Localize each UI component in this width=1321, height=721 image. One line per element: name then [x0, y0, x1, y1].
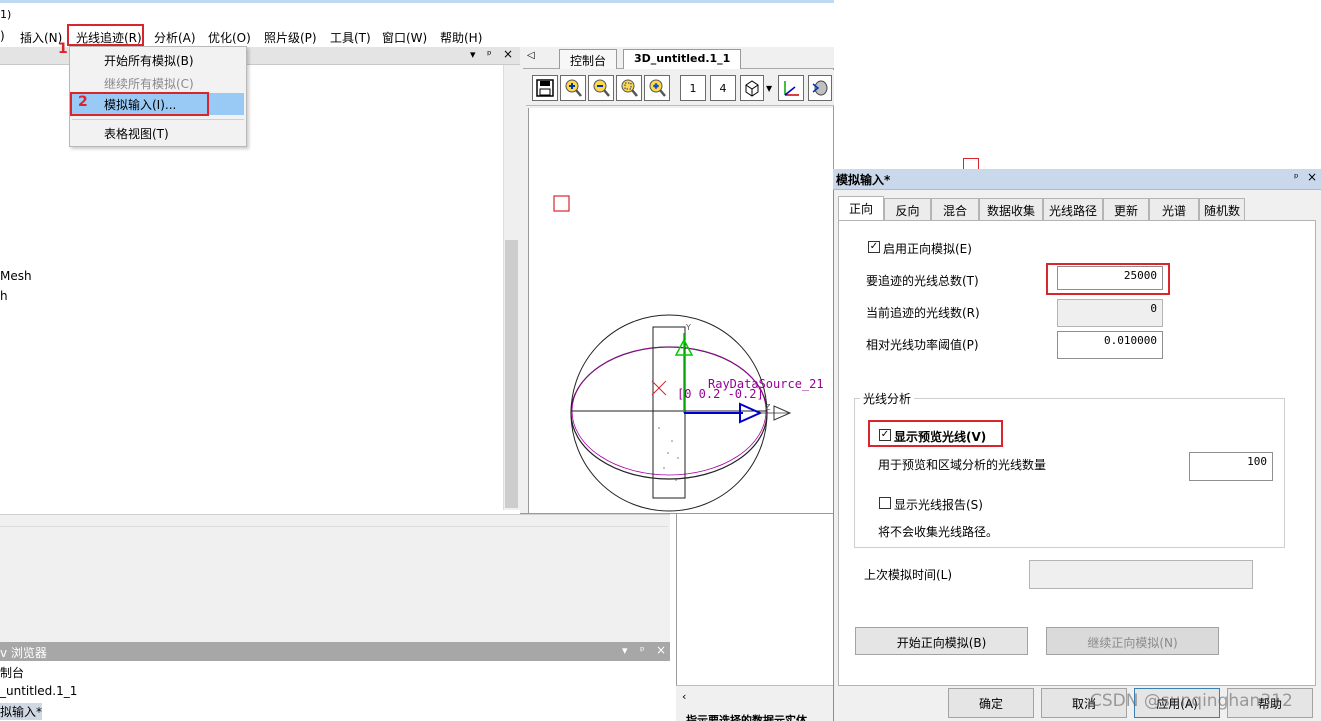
annotation-box-total-rays — [1046, 263, 1170, 295]
menu-table-view[interactable]: 表格视图(T) — [104, 125, 169, 142]
ok-button[interactable]: 确定 — [948, 688, 1034, 718]
power-threshold-input[interactable]: 0.010000 — [1057, 331, 1163, 359]
tab-ray-path[interactable]: 光线路径 — [1043, 198, 1103, 220]
tree-item[interactable]: Mesh — [0, 269, 32, 283]
menu-item-analysis[interactable]: 分析(A) — [154, 29, 196, 46]
pin-icon[interactable]: ᵖ — [1294, 171, 1299, 184]
last-sim-time-field — [1029, 560, 1253, 589]
zoom-in-icon[interactable] — [560, 75, 586, 101]
show-report-label: 显示光线报告(S) — [894, 498, 983, 512]
render-mode-icon[interactable] — [808, 75, 832, 101]
close-icon[interactable]: × — [1307, 170, 1317, 184]
view-tabs: ◁ 控制台 3D_untitled.1_1 — [523, 47, 834, 69]
browser-item-3d[interactable]: _untitled.1_1 — [0, 684, 77, 698]
panel-close-icon[interactable]: × — [503, 47, 513, 61]
browser-panel-header: v 浏览器 ▾ ᵖ × — [0, 642, 670, 661]
tab-scroll-left-icon[interactable]: ◁ — [527, 50, 535, 61]
left-scroll-thumb[interactable] — [505, 240, 518, 508]
origin-cross — [651, 380, 667, 396]
tab-3d-view[interactable]: 3D_untitled.1_1 — [623, 49, 742, 69]
single-view-icon[interactable]: 1 — [680, 75, 706, 101]
secondary-panel-footer: ‹ 指示要选择的数据元实体 — [676, 685, 834, 721]
tree-item[interactable]: h — [0, 289, 8, 303]
power-threshold-label: 相对光线功率阈值(P) — [866, 338, 979, 352]
total-rays-label: 要追迹的光线总数(T) — [866, 274, 979, 288]
tab-reverse[interactable]: 反向 — [884, 198, 931, 220]
save-icon[interactable] — [532, 75, 558, 101]
menu-item-photoreal[interactable]: 照片级(P) — [264, 29, 317, 46]
menu-item-optimize[interactable]: 优化(O) — [208, 29, 251, 46]
panel-close-icon[interactable]: × — [656, 643, 666, 657]
3d-scene: RayDataSource_21 [0 0.2 -0.2] Y Z — [553, 195, 824, 512]
tab-console[interactable]: 控制台 — [559, 49, 618, 69]
status-hint: 指示要选择的数据元实体 — [686, 714, 807, 721]
title-bar: 1) — [0, 0, 834, 25]
annotation-step-2: 2 — [78, 94, 88, 110]
panel-dropdown-icon[interactable]: ▾ — [622, 644, 628, 657]
annotation-step-1: 1 — [58, 41, 68, 57]
axis-view-icon[interactable] — [778, 75, 804, 101]
tab-spectrum[interactable]: 光谱 — [1149, 198, 1199, 220]
browser-panel-body: 制台 _untitled.1_1 拟输入* — [0, 661, 670, 721]
tab-update[interactable]: 更新 — [1103, 198, 1149, 220]
current-rays-label: 当前追迹的光线数(R) — [866, 306, 980, 320]
watermark: CSDN @sunqinghan312 — [1090, 691, 1293, 711]
menu-item-tools[interactable]: 工具(T) — [330, 29, 371, 46]
preview-count-input[interactable]: 100 — [1189, 452, 1273, 481]
tab-random[interactable]: 随机数 — [1199, 198, 1245, 220]
zoom-window-icon[interactable] — [616, 75, 642, 101]
axis-z-label: Z — [765, 403, 771, 412]
tab-data-collection[interactable]: 数据收集 — [979, 198, 1043, 220]
selection-marker — [553, 195, 570, 212]
chevron-down-icon[interactable]: ▼ — [766, 84, 772, 93]
enable-forward-label: 启用正向模拟(E) — [883, 242, 972, 256]
current-rays-field: 0 — [1057, 299, 1163, 327]
annotation-box-raytrace — [67, 24, 144, 46]
tab-forward[interactable]: 正向 — [838, 196, 884, 220]
annotation-box-simulation-input — [70, 92, 209, 116]
coordinate-label: [0 0.2 -0.2] — [677, 387, 764, 401]
dialog-title: 模拟输入* — [836, 173, 891, 187]
menu-item-help[interactable]: 帮助(H) — [440, 29, 482, 46]
output-panel-body — [0, 526, 668, 636]
menu-item-cut[interactable]: ) — [0, 29, 5, 43]
axis-y-label: Y — [685, 323, 691, 332]
window-title: 1) — [0, 8, 12, 21]
cube-view-icon[interactable] — [740, 75, 764, 101]
last-sim-time-label: 上次模拟时间(L) — [864, 568, 953, 582]
zoom-out-icon[interactable] — [588, 75, 614, 101]
preview-count-label: 用于预览和区域分析的光线数量 — [878, 458, 1047, 472]
panel-pin-icon[interactable]: ᵖ — [640, 644, 645, 657]
dialog-title-bar: 模拟输入* ᵖ × — [833, 169, 1321, 190]
menu-continue-all-simulations[interactable]: 继续所有模拟(C) — [104, 75, 194, 92]
panel-dropdown-icon[interactable]: ▾ — [470, 48, 476, 61]
scroll-left-icon[interactable]: ‹ — [682, 690, 686, 703]
browser-title: v 浏览器 — [0, 646, 47, 660]
menu-item-insert[interactable]: 插入(N) — [20, 29, 62, 46]
view-toolbar: 1 4 ▼ — [526, 70, 834, 106]
show-report-checkbox[interactable] — [879, 497, 891, 509]
ray-analysis-title: 光线分析 — [860, 390, 915, 407]
annotation-box-show-preview — [868, 420, 1003, 447]
dialog-tabs: 正向 反向 混合 数据收集 光线路径 更新 光谱 随机数 — [838, 196, 1316, 220]
browser-item-sim-input[interactable]: 拟输入* — [0, 703, 43, 720]
menu-start-all-simulations[interactable]: 开始所有模拟(B) — [104, 52, 194, 69]
start-forward-button[interactable]: 开始正向模拟(B) — [855, 627, 1028, 655]
browser-item-console[interactable]: 制台 — [0, 664, 24, 681]
four-view-icon[interactable]: 4 — [710, 75, 736, 101]
enable-forward-checkbox[interactable]: ✓ — [868, 241, 880, 253]
panel-pin-icon[interactable]: ᵖ — [487, 48, 492, 61]
detector-rect — [652, 326, 686, 499]
zoom-fit-icon[interactable] — [644, 75, 670, 101]
menu-item-window[interactable]: 窗口(W) — [382, 29, 427, 46]
menu-separator — [72, 119, 244, 120]
ray-path-note: 将不会收集光线路径。 — [878, 525, 999, 539]
continue-forward-button[interactable]: 继续正向模拟(N) — [1046, 627, 1219, 655]
tab-hybrid[interactable]: 混合 — [931, 198, 979, 220]
